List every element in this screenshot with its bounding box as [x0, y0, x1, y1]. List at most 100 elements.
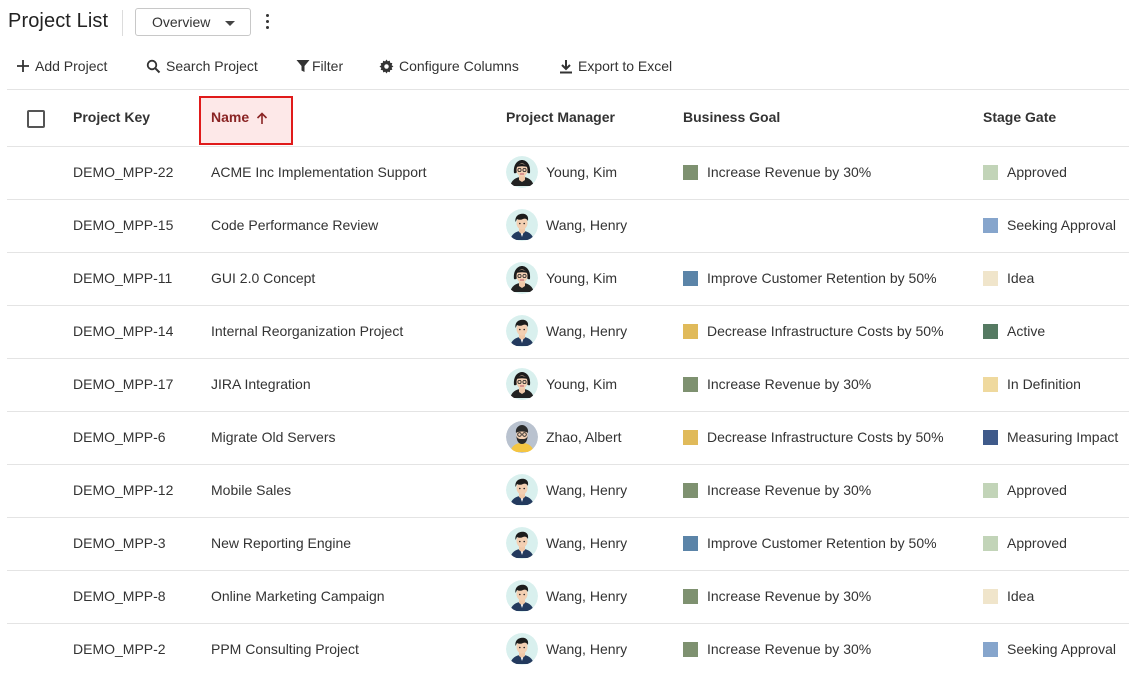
view-selector-dropdown[interactable]: Overview [135, 8, 251, 36]
more-options-icon[interactable] [262, 13, 272, 31]
gear-icon [379, 58, 394, 74]
male-avatar [506, 527, 538, 559]
male-avatar [506, 633, 538, 665]
stage-color-swatch [983, 377, 998, 392]
column-header-project-manager[interactable]: Project Manager [506, 109, 615, 125]
stage-color-swatch [983, 536, 998, 551]
cell-stage-gate: In Definition [1007, 376, 1081, 392]
page-header: Project List Overview [0, 0, 1129, 44]
table-row[interactable]: DEMO_MPP-14 Internal Reorganization Proje… [7, 306, 1129, 359]
cell-project-name[interactable]: Migrate Old Servers [211, 429, 335, 445]
cell-project-manager: Wang, Henry [546, 588, 628, 604]
table-header-row: Project Key Name Project Manager Busines… [7, 89, 1129, 147]
select-all-checkbox[interactable] [27, 110, 45, 128]
cell-stage-gate: Measuring Impact [1007, 429, 1119, 445]
export-excel-button[interactable]: Export to Excel [559, 52, 672, 80]
cell-business-goal: Increase Revenue by 30% [707, 641, 872, 657]
table-row[interactable]: DEMO_MPP-12 Mobile Sales Wang, Henry Increa… [7, 465, 1129, 518]
cell-project-key[interactable]: DEMO_MPP-12 [73, 482, 173, 498]
table-row[interactable]: DEMO_MPP-2 PPM Consulting Project Wang, He… [7, 624, 1129, 673]
goal-color-swatch [683, 642, 698, 657]
cell-project-manager: Young, Kim [546, 164, 618, 180]
cell-business-goal: Increase Revenue by 30% [707, 482, 872, 498]
configure-columns-label: Configure Columns [399, 58, 519, 74]
goal-color-swatch [683, 271, 698, 286]
configure-columns-button[interactable]: Configure Columns [379, 52, 519, 80]
download-icon [560, 59, 572, 73]
cell-business-goal: Increase Revenue by 30% [707, 376, 872, 392]
cell-project-key[interactable]: DEMO_MPP-15 [73, 217, 173, 233]
cell-project-key[interactable]: DEMO_MPP-11 [73, 270, 172, 286]
cell-project-name[interactable]: ACME Inc Implementation Support [211, 164, 427, 180]
cell-project-name[interactable]: Online Marketing Campaign [211, 588, 385, 604]
cell-business-goal: Decrease Infrastructure Costs by 50% [707, 323, 944, 339]
cell-project-key[interactable]: DEMO_MPP-6 [73, 429, 166, 445]
cell-stage-gate: Approved [1007, 164, 1067, 180]
cell-stage-gate: Approved [1007, 535, 1067, 551]
cell-project-key[interactable]: DEMO_MPP-3 [73, 535, 166, 551]
cell-project-name[interactable]: New Reporting Engine [211, 535, 351, 551]
column-header-name[interactable]: Name [199, 96, 293, 145]
filter-label: Filter [312, 58, 344, 74]
search-project-button[interactable]: Search Project [146, 52, 258, 80]
cell-project-key[interactable]: DEMO_MPP-17 [73, 376, 173, 392]
stage-color-swatch [983, 642, 998, 657]
cell-project-key[interactable]: DEMO_MPP-8 [73, 588, 166, 604]
column-header-business-goal[interactable]: Business Goal [683, 109, 780, 125]
cell-project-key[interactable]: DEMO_MPP-2 [73, 641, 166, 657]
cell-business-goal: Increase Revenue by 30% [707, 588, 872, 604]
cell-project-manager: Young, Kim [546, 376, 618, 392]
female-avatar [506, 368, 538, 400]
male-avatar [506, 474, 538, 506]
table-row[interactable]: DEMO_MPP-3 New Reporting Engine Wang, Henr… [7, 518, 1129, 571]
table-row[interactable]: DEMO_MPP-22 ACME Inc Implementation Suppo… [7, 147, 1129, 200]
filter-icon [296, 60, 310, 72]
column-header-stage-gate[interactable]: Stage Gate [983, 109, 1056, 125]
cell-project-key[interactable]: DEMO_MPP-14 [73, 323, 173, 339]
header-divider [122, 10, 123, 36]
table-row[interactable]: DEMO_MPP-15 Code Performance Review Wang, … [7, 200, 1129, 253]
goal-color-swatch [683, 483, 698, 498]
filter-button[interactable]: Filter [296, 52, 343, 80]
cell-project-name[interactable]: Mobile Sales [211, 482, 291, 498]
cell-stage-gate: Seeking Approval [1007, 217, 1116, 233]
goal-color-swatch [683, 165, 698, 180]
cell-project-name[interactable]: JIRA Integration [211, 376, 311, 392]
male-avatar [506, 580, 538, 612]
table-row[interactable]: DEMO_MPP-8 Online Marketing Campaign Wang,… [7, 571, 1129, 624]
bearded-avatar [506, 421, 538, 453]
toolbar: Add Project Search Project Filter Config… [0, 52, 1129, 82]
caret-down-icon [225, 21, 235, 26]
cell-project-manager: Wang, Henry [546, 323, 628, 339]
stage-color-swatch [983, 483, 998, 498]
cell-project-name[interactable]: PPM Consulting Project [211, 641, 359, 657]
cell-project-manager: Wang, Henry [546, 641, 628, 657]
cell-project-manager: Wang, Henry [546, 482, 628, 498]
stage-color-swatch [983, 324, 998, 339]
female-avatar [506, 156, 538, 188]
table-row[interactable]: DEMO_MPP-6 Migrate Old Servers Zhao, Alber… [7, 412, 1129, 465]
cell-stage-gate: Seeking Approval [1007, 641, 1116, 657]
goal-color-swatch [683, 536, 698, 551]
goal-color-swatch [683, 377, 698, 392]
column-header-project-key[interactable]: Project Key [73, 109, 150, 125]
goal-color-swatch [683, 589, 698, 604]
add-project-button[interactable]: Add Project [16, 52, 107, 80]
column-header-name-label: Name [211, 109, 250, 125]
cell-stage-gate: Approved [1007, 482, 1067, 498]
export-excel-label: Export to Excel [578, 58, 673, 74]
cell-project-name[interactable]: Internal Reorganization Project [211, 323, 403, 339]
table-row[interactable]: DEMO_MPP-17 JIRA Integration Young, Kim Inc… [7, 359, 1129, 412]
table-row[interactable]: DEMO_MPP-11 GUI 2.0 Concept Young, Kim Impr… [7, 253, 1129, 306]
cell-project-key[interactable]: DEMO_MPP-22 [73, 164, 173, 180]
cell-project-name[interactable]: GUI 2.0 Concept [211, 270, 315, 286]
cell-stage-gate: Idea [1007, 270, 1035, 286]
goal-color-swatch [683, 324, 698, 339]
cell-project-name[interactable]: Code Performance Review [211, 217, 378, 233]
cell-stage-gate: Active [1007, 323, 1046, 339]
stage-color-swatch [983, 271, 998, 286]
sort-ascending-icon [256, 112, 268, 124]
cell-business-goal: Decrease Infrastructure Costs by 50% [707, 429, 944, 445]
search-icon [146, 59, 161, 73]
cell-business-goal: Increase Revenue by 30% [707, 164, 872, 180]
